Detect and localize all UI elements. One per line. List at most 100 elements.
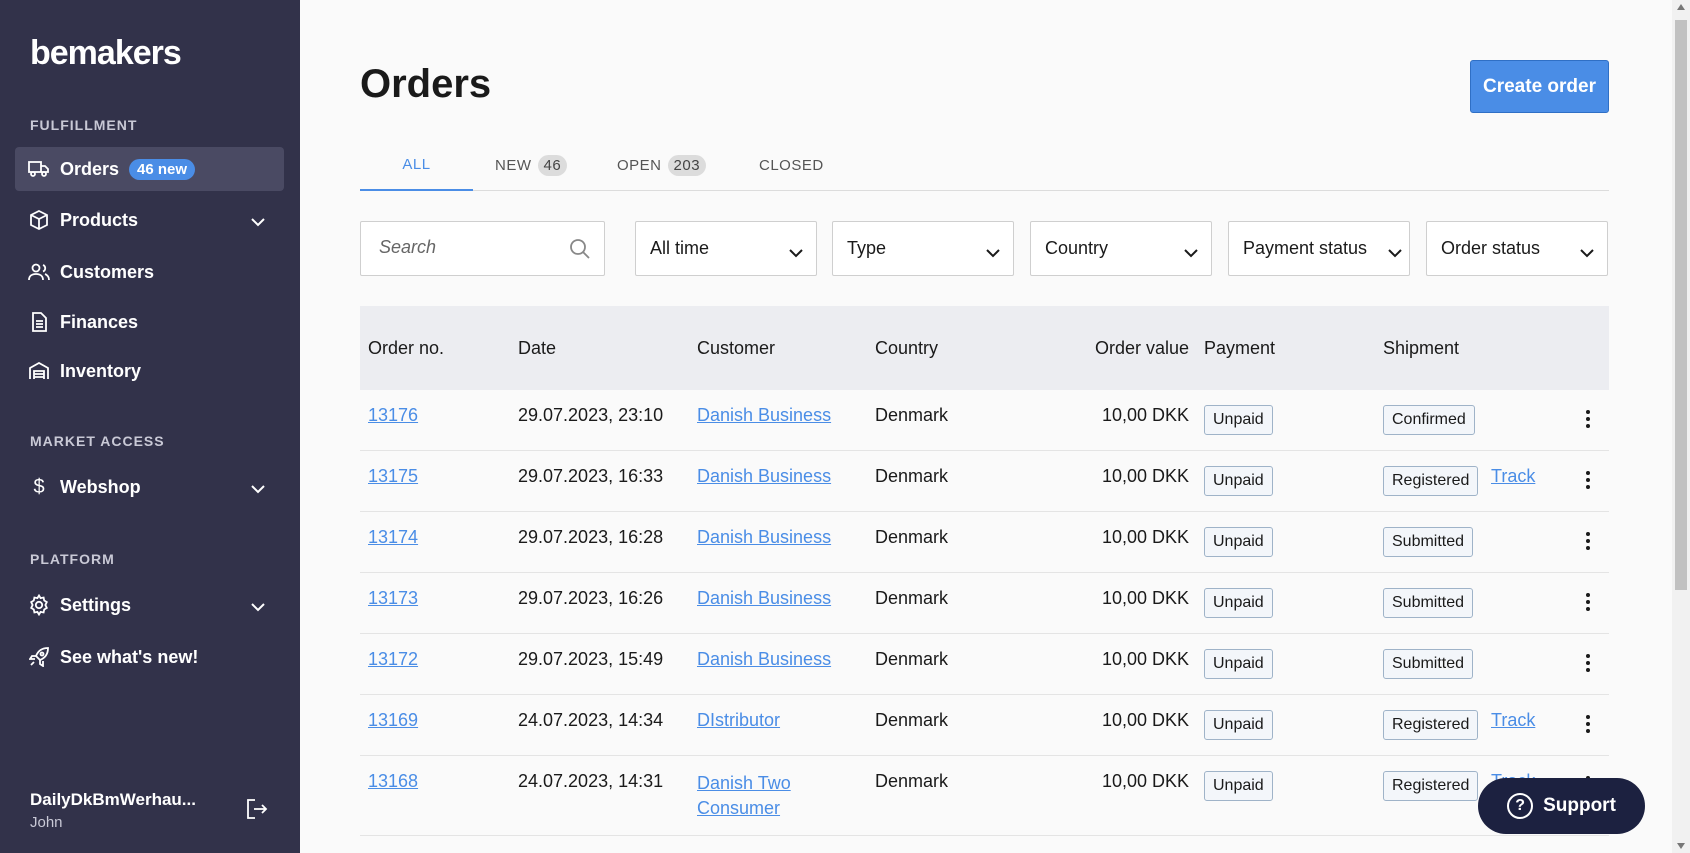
column-header-order-no[interactable]: Order no.: [368, 338, 444, 359]
order-date: 29.07.2023, 15:49: [518, 649, 664, 669]
track-link[interactable]: Track: [1491, 710, 1535, 731]
shipment-status-badge: Registered: [1383, 771, 1479, 801]
search-icon[interactable]: [569, 238, 590, 264]
customer-link[interactable]: Danish Business: [697, 466, 831, 487]
sidebar-item-label: Webshop: [60, 476, 141, 497]
create-order-button[interactable]: Create order: [1470, 60, 1609, 113]
customer-link[interactable]: Danish Business: [697, 405, 831, 426]
order-country: Denmark: [875, 771, 949, 791]
shipment-status-badge: Registered: [1383, 466, 1479, 496]
chevron-down-icon: [788, 242, 804, 263]
chevron-down-icon: [1579, 242, 1595, 263]
country-filter[interactable]: Country: [1030, 221, 1212, 276]
order-value: 10,00 DKK: [1101, 771, 1189, 791]
payment-status-filter[interactable]: Payment status: [1228, 221, 1410, 276]
row-actions-icon[interactable]: [1578, 712, 1598, 736]
section-label-market-access: MARKET ACCESS: [30, 433, 165, 449]
sidebar: bemakers FULFILLMENT Orders 46 new Produ…: [0, 0, 300, 853]
order-date: 24.07.2023, 14:34: [518, 710, 664, 730]
customer-link[interactable]: Danish Business: [697, 527, 831, 548]
chevron-down-icon: [1183, 242, 1199, 263]
column-header-date[interactable]: Date: [518, 338, 556, 359]
payment-status-badge: Unpaid: [1204, 588, 1273, 618]
sidebar-item-inventory[interactable]: Inventory: [15, 349, 284, 393]
sidebar-item-orders[interactable]: Orders 46 new: [15, 147, 284, 191]
chevron-down-icon: [250, 596, 266, 617]
order-value: 10,00 DKK: [1101, 527, 1189, 547]
order-date: 29.07.2023, 16:33: [518, 466, 664, 486]
search-box: [360, 221, 605, 276]
tab-all[interactable]: ALL: [360, 140, 473, 191]
order-date: 29.07.2023, 16:28: [518, 527, 664, 547]
page-scrollbar[interactable]: [1672, 0, 1690, 853]
logo[interactable]: bemakers: [30, 34, 182, 73]
payment-status-badge: Unpaid: [1204, 649, 1273, 679]
warehouse-icon: [28, 360, 50, 382]
support-button[interactable]: ? Support: [1478, 778, 1645, 834]
page-title: Orders: [360, 62, 492, 106]
row-actions-icon[interactable]: [1578, 468, 1598, 492]
column-header-customer[interactable]: Customer: [697, 338, 775, 359]
order-value: 10,00 DKK: [1101, 405, 1189, 425]
customer-link[interactable]: Danish Business: [697, 588, 831, 609]
tab-count: 46: [537, 155, 568, 176]
sidebar-item-label: See what's new!: [60, 646, 199, 667]
order-number-link[interactable]: 13172: [368, 649, 418, 670]
tab-closed[interactable]: CLOSED: [759, 140, 824, 191]
column-header-country[interactable]: Country: [875, 338, 938, 359]
column-header-shipment[interactable]: Shipment: [1383, 338, 1459, 359]
sidebar-item-webshop[interactable]: $ Webshop: [15, 465, 284, 509]
section-label-fulfillment: FULFILLMENT: [30, 117, 138, 133]
tab-new[interactable]: NEW 46: [495, 140, 568, 191]
filter-label: Country: [1045, 238, 1109, 258]
sidebar-item-customers[interactable]: Customers: [15, 250, 284, 294]
scroll-thumb[interactable]: [1675, 20, 1687, 590]
sidebar-item-label: Finances: [60, 311, 139, 332]
table-row: 13169 24.07.2023, 14:34 DIstributor Denm…: [360, 695, 1609, 756]
order-date: 29.07.2023, 16:26: [518, 588, 664, 608]
customer-link[interactable]: Danish Two Consumer: [697, 771, 817, 821]
sidebar-item-products[interactable]: Products: [15, 198, 284, 242]
order-number-link[interactable]: 13175: [368, 466, 418, 487]
logout-icon[interactable]: [246, 799, 268, 824]
section-label-platform: PLATFORM: [30, 551, 115, 567]
type-filter[interactable]: Type: [832, 221, 1014, 276]
order-country: Denmark: [875, 466, 949, 486]
row-actions-icon[interactable]: [1578, 407, 1598, 431]
track-link[interactable]: Track: [1491, 466, 1535, 487]
sidebar-item-label: Settings: [60, 594, 132, 615]
truck-icon: [28, 158, 50, 180]
customer-link[interactable]: DIstributor: [697, 710, 780, 731]
sidebar-item-label: Customers: [60, 261, 155, 282]
sidebar-item-finances[interactable]: Finances: [15, 300, 284, 344]
order-number-link[interactable]: 13169: [368, 710, 418, 731]
column-header-order-value[interactable]: Order value: [1095, 338, 1189, 359]
row-actions-icon[interactable]: [1578, 590, 1598, 614]
row-actions-icon[interactable]: [1578, 651, 1598, 675]
table-row: 13172 29.07.2023, 15:49 Danish Business …: [360, 634, 1609, 695]
sidebar-item-whats-new[interactable]: See what's new!: [15, 635, 284, 679]
payment-status-badge: Unpaid: [1204, 405, 1273, 435]
scroll-up-icon[interactable]: [1677, 4, 1685, 10]
order-value: 10,00 DKK: [1101, 710, 1189, 730]
table-row: 13168 24.07.2023, 14:31 Danish Two Consu…: [360, 756, 1609, 836]
column-header-payment[interactable]: Payment: [1204, 338, 1275, 359]
sidebar-item-settings[interactable]: Settings: [15, 583, 284, 627]
scroll-down-icon[interactable]: [1677, 843, 1685, 849]
customer-link[interactable]: Danish Business: [697, 649, 831, 670]
shipment-status-badge: Registered: [1383, 710, 1479, 740]
order-status-filter[interactable]: Order status: [1426, 221, 1608, 276]
order-number-link[interactable]: 13173: [368, 588, 418, 609]
search-input[interactable]: [379, 237, 559, 258]
user-subtitle: John: [30, 814, 63, 831]
order-number-link[interactable]: 13168: [368, 771, 418, 792]
order-number-link[interactable]: 13176: [368, 405, 418, 426]
tab-open[interactable]: OPEN 203: [617, 140, 707, 191]
order-value: 10,00 DKK: [1101, 588, 1189, 608]
new-orders-badge: 46 new: [129, 158, 196, 180]
row-actions-icon[interactable]: [1578, 529, 1598, 553]
order-country: Denmark: [875, 527, 949, 547]
payment-status-badge: Unpaid: [1204, 527, 1273, 557]
time-filter[interactable]: All time: [635, 221, 817, 276]
order-number-link[interactable]: 13174: [368, 527, 418, 548]
